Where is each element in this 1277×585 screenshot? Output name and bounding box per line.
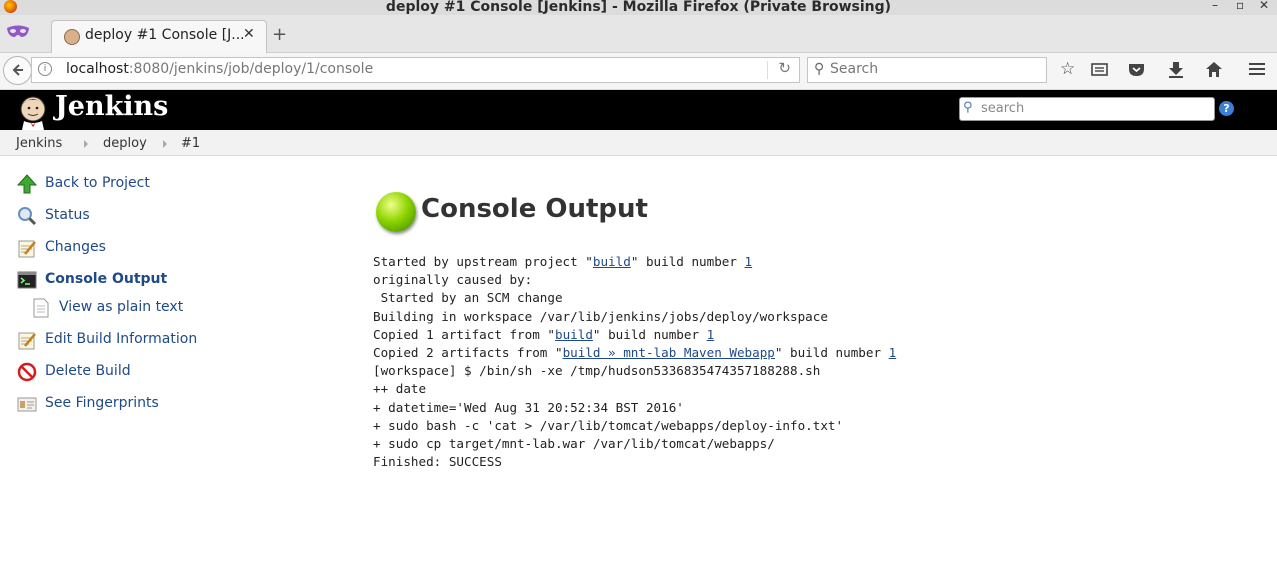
sidebar-item-label: Edit Build Information bbox=[45, 331, 198, 347]
minimize-button[interactable]: – bbox=[1212, 0, 1218, 12]
maven-webapp-build-number-link[interactable]: 1 bbox=[889, 345, 897, 360]
upstream-build-number-link[interactable]: 1 bbox=[745, 254, 753, 269]
sidebar-item-label: Console Output bbox=[45, 271, 168, 287]
console-line: ++ date bbox=[373, 381, 427, 397]
tab-strip: deploy #1 Console [J... ✕ + bbox=[0, 15, 1277, 53]
console-line: Finished: SUCCESS bbox=[373, 454, 502, 470]
help-icon[interactable]: ? bbox=[1219, 101, 1234, 116]
page-title: Console Output bbox=[421, 194, 648, 224]
breadcrumb-jenkins[interactable]: Jenkins bbox=[16, 136, 62, 151]
jenkins-favicon-icon bbox=[64, 29, 80, 45]
jenkins-header: Jenkins ⚲ search ? bbox=[0, 90, 1277, 130]
magnifier-icon bbox=[18, 207, 37, 226]
console-output: Started by upstream project "build" buil… bbox=[373, 253, 896, 471]
breadcrumb-arrow-icon[interactable] bbox=[84, 140, 88, 148]
url-bar[interactable]: i localhost:8080/jenkins/job/deploy/1/co… bbox=[31, 57, 800, 83]
maven-webapp-build-link[interactable]: build » mnt-lab Maven Webapp bbox=[563, 345, 775, 360]
url-text[interactable]: localhost:8080/jenkins/job/deploy/1/cons… bbox=[66, 61, 373, 77]
window-title: deploy #1 Console [Jenkins] - Mozilla Fi… bbox=[385, 0, 892, 15]
url-path: :8080/jenkins/job/deploy/1/console bbox=[128, 61, 374, 77]
breadcrumb-build-1[interactable]: #1 bbox=[181, 136, 200, 151]
console-line: + sudo cp target/mnt-lab.war /var/lib/to… bbox=[373, 436, 775, 452]
home-icon[interactable] bbox=[1205, 61, 1223, 78]
downloads-icon[interactable] bbox=[1168, 61, 1184, 78]
console-line: Started by an SCM change bbox=[373, 290, 563, 306]
jenkins-home-link[interactable]: Jenkins bbox=[55, 91, 168, 122]
notepad-edit-icon bbox=[18, 332, 36, 350]
build-success-status-icon bbox=[376, 192, 416, 232]
search-placeholder: Search bbox=[830, 61, 879, 77]
console-text: Started by upstream project " bbox=[373, 254, 593, 269]
maximize-button[interactable]: ▫ bbox=[1236, 0, 1244, 12]
breadcrumb: Jenkins deploy #1 bbox=[0, 130, 1277, 156]
sidebar-item-label: Status bbox=[45, 207, 90, 223]
reading-list-icon[interactable] bbox=[1091, 62, 1108, 77]
console-text: Copied 2 artifacts from " bbox=[373, 345, 563, 361]
jenkins-search-input[interactable]: ⚲ search bbox=[959, 97, 1215, 121]
jenkins-search-placeholder: search bbox=[981, 101, 1025, 116]
search-bar[interactable]: ⚲ Search bbox=[807, 57, 1047, 83]
up-arrow-icon bbox=[17, 174, 37, 194]
search-icon: ⚲ bbox=[814, 61, 825, 77]
breadcrumb-arrow-icon[interactable] bbox=[163, 140, 167, 148]
close-window-button[interactable]: ✕ bbox=[1259, 0, 1269, 12]
no-entry-icon bbox=[17, 362, 37, 382]
back-arrow-icon bbox=[12, 64, 23, 76]
console-text: " build number bbox=[630, 254, 745, 269]
fingerprint-card-icon bbox=[17, 397, 37, 412]
artifact-build-link[interactable]: build bbox=[555, 327, 593, 342]
notepad-icon bbox=[18, 240, 36, 258]
new-tab-button[interactable]: + bbox=[272, 24, 287, 45]
console-line: + datetime='Wed Aug 31 20:52:34 BST 2016… bbox=[373, 399, 684, 415]
terminal-icon bbox=[17, 271, 37, 289]
navigation-toolbar: i localhost:8080/jenkins/job/deploy/1/co… bbox=[0, 53, 1277, 90]
window-titlebar: deploy #1 Console [Jenkins] - Mozilla Fi… bbox=[0, 0, 1277, 15]
console-text: " build number bbox=[592, 326, 707, 342]
reload-icon[interactable]: ↻ bbox=[778, 59, 791, 77]
url-separator bbox=[767, 61, 768, 79]
artifact-build-number-link[interactable]: 1 bbox=[707, 327, 715, 342]
back-button[interactable] bbox=[3, 56, 32, 85]
url-host: localhost bbox=[66, 61, 129, 77]
bookmark-star-icon[interactable]: ☆ bbox=[1060, 59, 1075, 79]
jenkins-search-icon: ⚲ bbox=[963, 100, 973, 115]
document-icon bbox=[33, 298, 49, 318]
upstream-build-link[interactable]: build bbox=[593, 254, 631, 269]
breadcrumb-deploy[interactable]: deploy bbox=[103, 136, 147, 151]
sidebar-item-label: View as plain text bbox=[59, 299, 184, 315]
tab-close-button[interactable]: ✕ bbox=[243, 26, 255, 42]
pocket-icon[interactable] bbox=[1128, 62, 1145, 77]
console-text: Copied 1 artifact from " bbox=[373, 326, 555, 342]
console-line: + sudo bash -c 'cat > /var/lib/tomcat/we… bbox=[373, 417, 844, 433]
sidebar-item-label: Back to Project bbox=[45, 175, 150, 191]
console-text: " build number bbox=[774, 345, 889, 361]
tab-deploy-console[interactable]: deploy #1 Console [J... ✕ bbox=[51, 20, 267, 53]
sidebar-item-label: See Fingerprints bbox=[45, 395, 159, 411]
private-browsing-mask-icon bbox=[7, 25, 29, 37]
console-line: [workspace] $ /bin/sh -xe /tmp/hudson533… bbox=[373, 363, 821, 379]
tab-label: deploy #1 Console [J... bbox=[85, 27, 245, 43]
console-line: Building in workspace /var/lib/jenkins/j… bbox=[373, 308, 828, 324]
sidebar-item-label: Changes bbox=[45, 239, 106, 255]
console-line: originally caused by: bbox=[373, 272, 533, 288]
jenkins-butler-logo-icon[interactable] bbox=[16, 94, 50, 130]
site-info-icon[interactable]: i bbox=[38, 62, 52, 76]
sidebar-item-label: Delete Build bbox=[45, 363, 131, 379]
hamburger-menu-icon[interactable] bbox=[1249, 62, 1265, 76]
